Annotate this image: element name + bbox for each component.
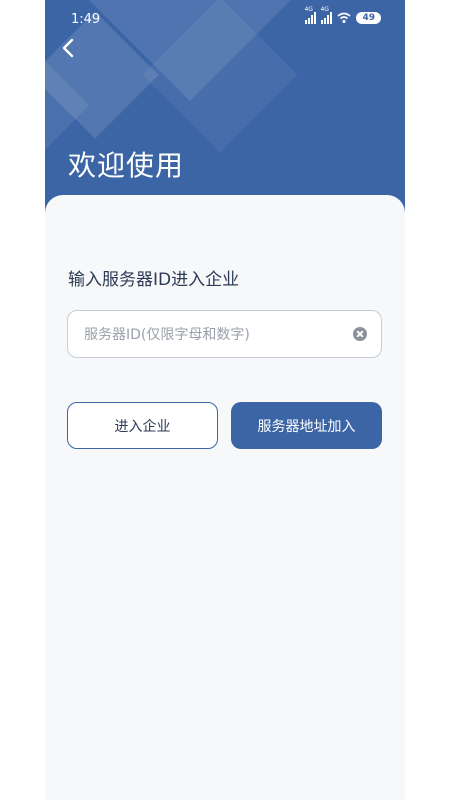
app-screen: 1:49 4G 4G 49 欢迎使用 输入服务器ID进入企业 服务器ID(仅限字… (45, 0, 405, 800)
status-icons: 4G 4G 49 (304, 6, 381, 24)
signal-sim2-icon: 4G (320, 6, 333, 24)
clear-icon[interactable] (353, 327, 367, 341)
server-id-label: 输入服务器ID进入企业 (68, 270, 240, 290)
enter-enterprise-button[interactable]: 进入企业 (67, 402, 218, 449)
form-card: 输入服务器ID进入企业 进入企业 服务器地址加入 (45, 195, 405, 800)
server-id-input[interactable] (82, 311, 346, 359)
network-type-sim2: 4G (320, 6, 329, 13)
status-time: 1:49 (71, 12, 101, 27)
chevron-left-icon (62, 38, 74, 58)
server-id-field (67, 310, 382, 359)
server-address-join-button[interactable]: 服务器地址加入 (231, 402, 382, 449)
signal-sim1-icon: 4G (304, 6, 317, 24)
page-title: 欢迎使用 (68, 149, 185, 182)
battery-level: 49 (356, 12, 381, 24)
back-button[interactable] (57, 36, 81, 60)
wifi-icon (337, 12, 351, 23)
status-bar: 1:49 4G 4G 49 (45, 0, 405, 40)
network-type-sim1: 4G (304, 6, 313, 13)
